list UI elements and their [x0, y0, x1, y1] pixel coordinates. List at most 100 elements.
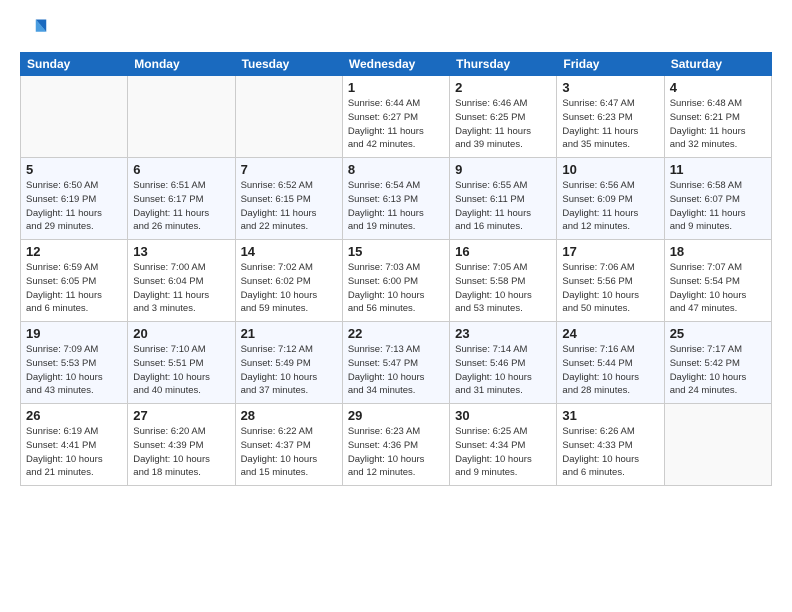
calendar-cell: 11Sunrise: 6:58 AM Sunset: 6:07 PM Dayli…: [664, 158, 771, 240]
day-number: 14: [241, 244, 337, 259]
day-number: 1: [348, 80, 444, 95]
calendar-cell: 21 Sunrise: 7:12 AM Sunset: 5:49 PM Dayli…: [235, 322, 342, 404]
calendar-cell: [664, 404, 771, 486]
calendar-week-2: 5 Sunrise: 6:50 AM Sunset: 6:19 PM Daylig…: [21, 158, 772, 240]
calendar-week-3: 12 Sunrise: 6:59 AM Sunset: 6:05 PM Dayli…: [21, 240, 772, 322]
day-number: 18: [670, 244, 766, 259]
logo-icon: [20, 16, 48, 44]
day-info: Sunrise: 6:19 AM Sunset: 4:41 PM Dayligh…: [26, 425, 122, 480]
day-info: Sunrise: 6:55 AM Sunset: 6:11 PM Dayligh…: [455, 179, 551, 234]
day-info: Sunrise: 7:17 AM Sunset: 5:42 PM Dayligh…: [670, 343, 766, 398]
day-number: 16: [455, 244, 551, 259]
calendar-cell: 20 Sunrise: 7:10 AM Sunset: 5:51 PM Dayli…: [128, 322, 235, 404]
day-info: Sunrise: 6:52 AM Sunset: 6:15 PM Dayligh…: [241, 179, 337, 234]
calendar-cell: 22 Sunrise: 7:13 AM Sunset: 5:47 PM Dayli…: [342, 322, 449, 404]
day-info: Sunrise: 7:07 AM Sunset: 5:54 PM Dayligh…: [670, 261, 766, 316]
calendar-cell: 24 Sunrise: 7:16 AM Sunset: 5:44 PM Dayli…: [557, 322, 664, 404]
calendar-cell: [235, 76, 342, 158]
day-header-thursday: Thursday: [450, 53, 557, 76]
day-number: 13: [133, 244, 229, 259]
day-header-wednesday: Wednesday: [342, 53, 449, 76]
day-info: Sunrise: 6:56 AM Sunset: 6:09 PM Dayligh…: [562, 179, 658, 234]
calendar-week-4: 19Sunrise: 7:09 AM Sunset: 5:53 PM Dayli…: [21, 322, 772, 404]
day-info: Sunrise: 7:13 AM Sunset: 5:47 PM Dayligh…: [348, 343, 444, 398]
day-header-monday: Monday: [128, 53, 235, 76]
day-number: 24: [562, 326, 658, 341]
day-number: 25: [670, 326, 766, 341]
calendar-cell: 15Sunrise: 7:03 AM Sunset: 6:00 PM Dayli…: [342, 240, 449, 322]
day-info: Sunrise: 6:46 AM Sunset: 6:25 PM Dayligh…: [455, 97, 551, 152]
day-info: Sunrise: 6:22 AM Sunset: 4:37 PM Dayligh…: [241, 425, 337, 480]
day-number: 8: [348, 162, 444, 177]
day-number: 26: [26, 408, 122, 423]
calendar-cell: 30 Sunrise: 6:25 AM Sunset: 4:34 PM Dayli…: [450, 404, 557, 486]
calendar-cell: 3 Sunrise: 6:47 AM Sunset: 6:23 PM Daylig…: [557, 76, 664, 158]
day-info: Sunrise: 7:06 AM Sunset: 5:56 PM Dayligh…: [562, 261, 658, 316]
calendar-cell: 28 Sunrise: 6:22 AM Sunset: 4:37 PM Dayli…: [235, 404, 342, 486]
day-info: Sunrise: 7:05 AM Sunset: 5:58 PM Dayligh…: [455, 261, 551, 316]
calendar-cell: 29 Sunrise: 6:23 AM Sunset: 4:36 PM Dayli…: [342, 404, 449, 486]
day-number: 2: [455, 80, 551, 95]
day-info: Sunrise: 6:47 AM Sunset: 6:23 PM Dayligh…: [562, 97, 658, 152]
calendar-cell: 18 Sunrise: 7:07 AM Sunset: 5:54 PM Dayli…: [664, 240, 771, 322]
calendar-cell: 26 Sunrise: 6:19 AM Sunset: 4:41 PM Dayli…: [21, 404, 128, 486]
calendar-cell: [21, 76, 128, 158]
day-header-tuesday: Tuesday: [235, 53, 342, 76]
day-header-sunday: Sunday: [21, 53, 128, 76]
day-info: Sunrise: 6:59 AM Sunset: 6:05 PM Dayligh…: [26, 261, 122, 316]
calendar-cell: 6Sunrise: 6:51 AM Sunset: 6:17 PM Daylig…: [128, 158, 235, 240]
page-header: [20, 16, 772, 44]
calendar-cell: 19Sunrise: 7:09 AM Sunset: 5:53 PM Dayli…: [21, 322, 128, 404]
day-info: Sunrise: 6:50 AM Sunset: 6:19 PM Dayligh…: [26, 179, 122, 234]
calendar-table: SundayMondayTuesdayWednesdayThursdayFrid…: [20, 52, 772, 486]
day-info: Sunrise: 6:20 AM Sunset: 4:39 PM Dayligh…: [133, 425, 229, 480]
day-info: Sunrise: 6:51 AM Sunset: 6:17 PM Dayligh…: [133, 179, 229, 234]
calendar-cell: 2 Sunrise: 6:46 AM Sunset: 6:25 PM Daylig…: [450, 76, 557, 158]
day-info: Sunrise: 7:10 AM Sunset: 5:51 PM Dayligh…: [133, 343, 229, 398]
day-info: Sunrise: 6:48 AM Sunset: 6:21 PM Dayligh…: [670, 97, 766, 152]
day-info: Sunrise: 6:23 AM Sunset: 4:36 PM Dayligh…: [348, 425, 444, 480]
day-info: Sunrise: 6:25 AM Sunset: 4:34 PM Dayligh…: [455, 425, 551, 480]
day-number: 4: [670, 80, 766, 95]
day-header-friday: Friday: [557, 53, 664, 76]
day-info: Sunrise: 7:12 AM Sunset: 5:49 PM Dayligh…: [241, 343, 337, 398]
calendar-cell: 14 Sunrise: 7:02 AM Sunset: 6:02 PM Dayli…: [235, 240, 342, 322]
day-number: 31: [562, 408, 658, 423]
calendar-cell: 12 Sunrise: 6:59 AM Sunset: 6:05 PM Dayli…: [21, 240, 128, 322]
day-number: 27: [133, 408, 229, 423]
calendar-cell: 13 Sunrise: 7:00 AM Sunset: 6:04 PM Dayli…: [128, 240, 235, 322]
day-number: 17: [562, 244, 658, 259]
day-info: Sunrise: 7:00 AM Sunset: 6:04 PM Dayligh…: [133, 261, 229, 316]
day-number: 12: [26, 244, 122, 259]
day-number: 11: [670, 162, 766, 177]
calendar-week-5: 26 Sunrise: 6:19 AM Sunset: 4:41 PM Dayli…: [21, 404, 772, 486]
logo: [20, 16, 52, 44]
day-header-saturday: Saturday: [664, 53, 771, 76]
day-number: 21: [241, 326, 337, 341]
day-info: Sunrise: 7:03 AM Sunset: 6:00 PM Dayligh…: [348, 261, 444, 316]
day-info: Sunrise: 7:16 AM Sunset: 5:44 PM Dayligh…: [562, 343, 658, 398]
day-number: 22: [348, 326, 444, 341]
day-info: Sunrise: 6:26 AM Sunset: 4:33 PM Dayligh…: [562, 425, 658, 480]
day-number: 3: [562, 80, 658, 95]
calendar-cell: 17 Sunrise: 7:06 AM Sunset: 5:56 PM Dayli…: [557, 240, 664, 322]
day-number: 5: [26, 162, 122, 177]
day-number: 7: [241, 162, 337, 177]
calendar-cell: 1Sunrise: 6:44 AM Sunset: 6:27 PM Daylig…: [342, 76, 449, 158]
calendar-cell: 4 Sunrise: 6:48 AM Sunset: 6:21 PM Daylig…: [664, 76, 771, 158]
calendar-cell: 27 Sunrise: 6:20 AM Sunset: 4:39 PM Dayli…: [128, 404, 235, 486]
calendar-cell: 8 Sunrise: 6:54 AM Sunset: 6:13 PM Daylig…: [342, 158, 449, 240]
day-number: 29: [348, 408, 444, 423]
day-number: 20: [133, 326, 229, 341]
day-number: 28: [241, 408, 337, 423]
calendar-cell: 5 Sunrise: 6:50 AM Sunset: 6:19 PM Daylig…: [21, 158, 128, 240]
day-info: Sunrise: 6:54 AM Sunset: 6:13 PM Dayligh…: [348, 179, 444, 234]
day-number: 30: [455, 408, 551, 423]
day-info: Sunrise: 7:02 AM Sunset: 6:02 PM Dayligh…: [241, 261, 337, 316]
day-number: 9: [455, 162, 551, 177]
calendar-cell: 10Sunrise: 6:56 AM Sunset: 6:09 PM Dayli…: [557, 158, 664, 240]
calendar-cell: 9 Sunrise: 6:55 AM Sunset: 6:11 PM Daylig…: [450, 158, 557, 240]
calendar-cell: 31 Sunrise: 6:26 AM Sunset: 4:33 PM Dayli…: [557, 404, 664, 486]
day-info: Sunrise: 7:09 AM Sunset: 5:53 PM Dayligh…: [26, 343, 122, 398]
calendar-cell: [128, 76, 235, 158]
